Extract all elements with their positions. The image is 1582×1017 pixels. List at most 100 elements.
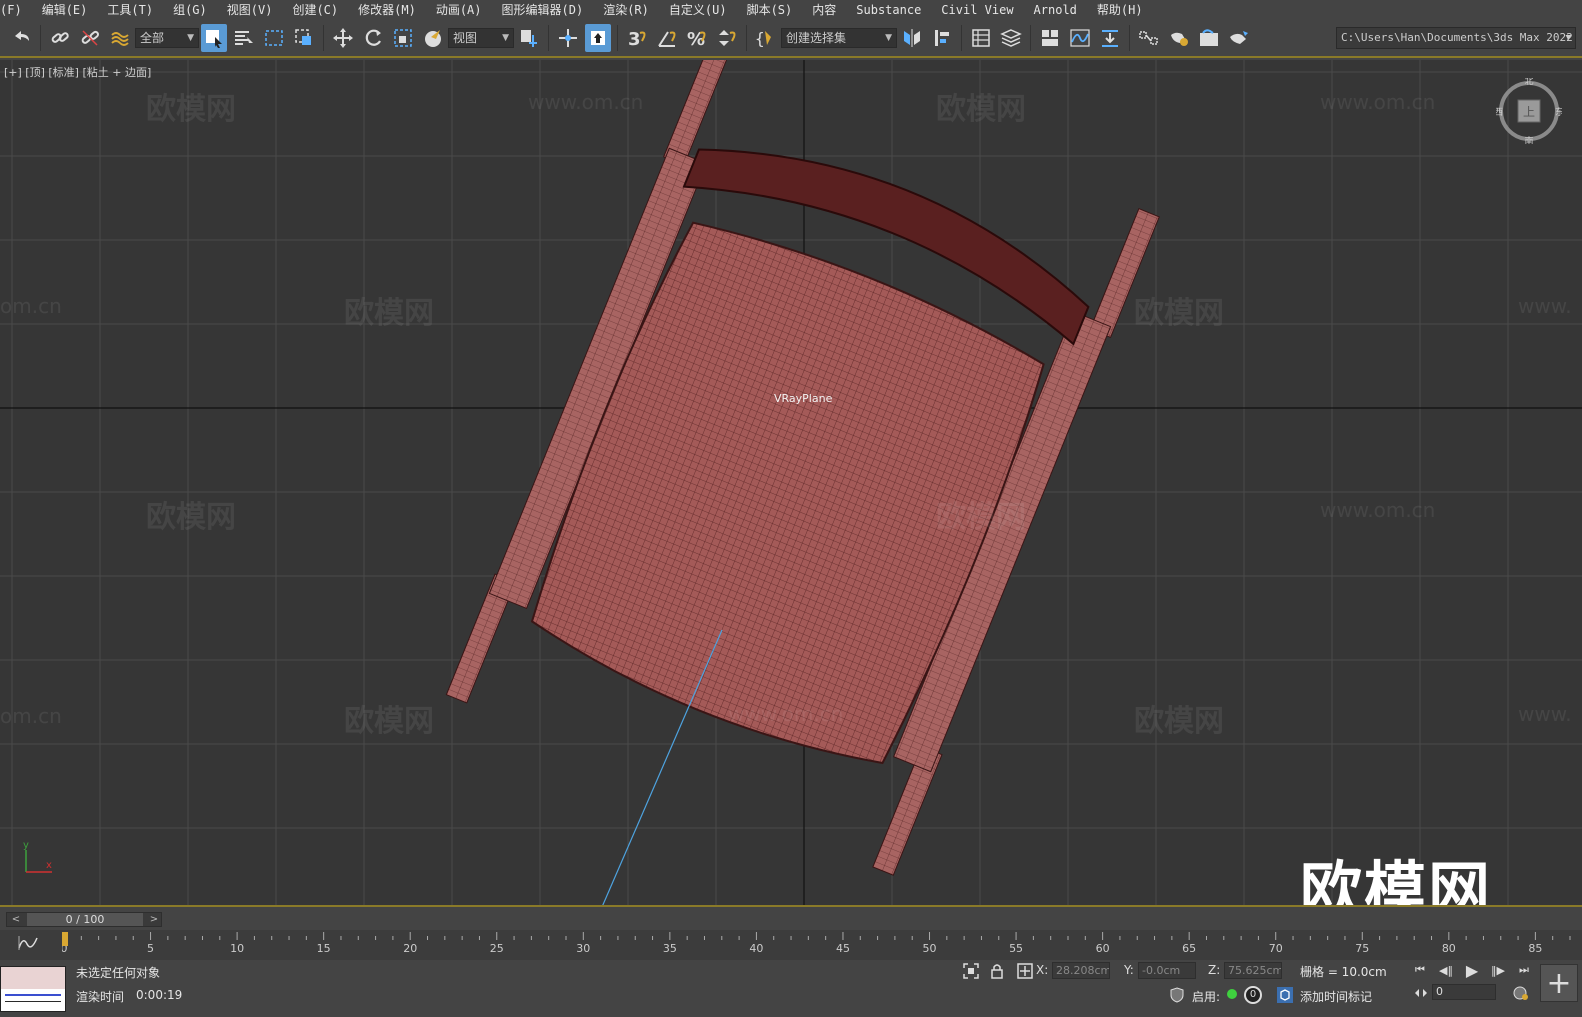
chevron-down-icon: ▼ bbox=[885, 33, 892, 43]
viewcube[interactable]: 上 北 南 西 东 bbox=[1496, 78, 1562, 144]
move-icon[interactable] bbox=[330, 24, 356, 52]
keyboard-shortcut-override-icon[interactable] bbox=[585, 24, 611, 52]
rectangular-selection-icon[interactable] bbox=[261, 24, 287, 52]
menu-item[interactable]: 帮助(H) bbox=[1087, 0, 1153, 20]
spinner-snap-icon[interactable] bbox=[714, 24, 740, 52]
pivot-center-icon[interactable] bbox=[516, 24, 542, 52]
menu-item[interactable]: 自定义(U) bbox=[659, 0, 737, 20]
snaps-toggle-icon[interactable]: 3 bbox=[624, 24, 650, 52]
watermark-brand: 欧模网 bbox=[1134, 296, 1224, 331]
frame-ruler[interactable]: 0 5 10 15 20 25 30 35 40 45 50 55 60 65 70 75 80 85 bbox=[62, 930, 1578, 960]
project-path-field[interactable]: C:\Users\Han\Documents\3ds Max 2022 ▼ bbox=[1336, 27, 1576, 49]
scale-icon[interactable] bbox=[390, 24, 416, 52]
time-tag-icon[interactable] bbox=[1276, 986, 1294, 1004]
menu-item[interactable]: Civil View bbox=[931, 0, 1023, 20]
menu-item[interactable]: 渲染(R) bbox=[593, 0, 659, 20]
current-frame-marker[interactable] bbox=[62, 932, 68, 946]
next-frame-arrow[interactable]: > bbox=[147, 913, 161, 926]
named-selection-set-dropdown[interactable]: 创建选择集 ▼ bbox=[781, 28, 897, 48]
z-coord-field[interactable]: 75.625cm bbox=[1224, 962, 1282, 979]
next-frame-icon[interactable]: ‖▶ bbox=[1488, 964, 1508, 977]
axis-y-label: y bbox=[23, 840, 29, 851]
unlink-icon[interactable] bbox=[77, 24, 103, 52]
undo-icon[interactable] bbox=[8, 24, 34, 52]
menu-item[interactable]: 内容 bbox=[802, 0, 846, 20]
render-production-icon[interactable] bbox=[1226, 24, 1252, 52]
time-configuration-icon[interactable] bbox=[1512, 984, 1530, 1002]
x-coord-label: X: bbox=[1036, 963, 1049, 977]
go-to-start-icon[interactable]: ⏮ bbox=[1410, 963, 1430, 977]
material-editor-icon[interactable] bbox=[1136, 24, 1162, 52]
menu-item[interactable]: 组(G) bbox=[163, 0, 217, 20]
selection-filter-dropdown[interactable]: 全部 ▼ bbox=[135, 28, 199, 48]
menu-item[interactable]: 动画(A) bbox=[426, 0, 492, 20]
go-to-end-icon[interactable]: ⏭ bbox=[1514, 963, 1534, 977]
schematic-view-icon[interactable] bbox=[1097, 24, 1123, 52]
window-crossing-icon[interactable] bbox=[291, 24, 317, 52]
key-mode-icon[interactable] bbox=[1414, 986, 1428, 1000]
frame-tick-label: 65 bbox=[1182, 942, 1196, 955]
menu-item[interactable]: 创建(C) bbox=[282, 0, 348, 20]
prev-frame-arrow[interactable]: < bbox=[9, 913, 23, 926]
select-manipulate-icon[interactable] bbox=[555, 24, 581, 52]
menu-item[interactable]: 修改器(M) bbox=[348, 0, 426, 20]
y-coord-field[interactable]: -0.0cm bbox=[1138, 962, 1196, 979]
menu-item[interactable]: 视图(V) bbox=[217, 0, 283, 20]
watermark-url: www.om.cn bbox=[1320, 90, 1436, 114]
top-viewport[interactable]: y x [+] [顶] [标准] [粘土 + 边面] 欧模网 www.om.cn… bbox=[0, 60, 1582, 907]
select-by-name-icon[interactable] bbox=[231, 24, 257, 52]
menu-item[interactable]: 图形编辑器(D) bbox=[492, 0, 594, 20]
absolute-mode-icon[interactable] bbox=[1016, 962, 1034, 980]
frame-tick-label: 45 bbox=[836, 942, 850, 955]
reference-coordinate-dropdown[interactable]: 视图 ▼ bbox=[448, 28, 514, 48]
edit-named-selection-icon[interactable]: { bbox=[753, 24, 779, 52]
adaptive-degradation-icon[interactable] bbox=[1168, 986, 1186, 1004]
current-frame-field[interactable]: 0 bbox=[1432, 984, 1496, 1000]
menu-item[interactable]: Substance bbox=[846, 0, 931, 20]
angle-snap-icon[interactable] bbox=[654, 24, 680, 52]
curve-editor-icon[interactable] bbox=[1067, 24, 1093, 52]
select-object-icon[interactable] bbox=[201, 24, 227, 52]
lock-icon[interactable] bbox=[988, 962, 1006, 980]
x-coord-field[interactable]: 28.208cm bbox=[1052, 962, 1110, 979]
place-icon[interactable] bbox=[420, 24, 446, 52]
menu-item[interactable]: Arnold bbox=[1024, 0, 1087, 20]
rotate-icon[interactable] bbox=[360, 24, 386, 52]
link-icon[interactable] bbox=[47, 24, 73, 52]
rendered-frame-window-icon[interactable] bbox=[1196, 24, 1222, 52]
frame-tick-label: 85 bbox=[1528, 942, 1542, 955]
frame-tick-label: 5 bbox=[147, 942, 154, 955]
separator bbox=[1129, 25, 1130, 51]
maxscript-listener-mini[interactable] bbox=[0, 966, 66, 1012]
chair-model[interactable] bbox=[445, 60, 1160, 876]
layer-explorer-icon[interactable] bbox=[998, 24, 1024, 52]
grid-size-label: 栅格 = 10.0cm bbox=[1300, 965, 1387, 979]
percent-snap-icon[interactable]: % bbox=[684, 24, 710, 52]
align-icon[interactable] bbox=[929, 24, 955, 52]
frame-tick-label: 40 bbox=[749, 942, 763, 955]
time-slider-thumb[interactable]: 0 / 100 bbox=[27, 913, 143, 926]
mini-curve-editor-icon[interactable] bbox=[18, 934, 38, 952]
viewport-label-menu[interactable]: [+] [顶] [标准] [粘土 + 边面] bbox=[4, 64, 151, 80]
add-time-tag-button[interactable]: 添加时间标记 bbox=[1300, 988, 1372, 1005]
frame-tick-label: 70 bbox=[1269, 942, 1283, 955]
watermark-url: www. bbox=[1518, 294, 1572, 318]
add-panel-button[interactable]: + bbox=[1540, 964, 1578, 1002]
toggle-ribbon-icon[interactable] bbox=[1037, 24, 1063, 52]
menu-item[interactable]: (F) bbox=[0, 0, 32, 20]
frame-tick-label: 60 bbox=[1096, 942, 1110, 955]
menu-item[interactable]: 工具(T) bbox=[97, 0, 163, 20]
mirror-icon[interactable] bbox=[899, 24, 925, 52]
previous-frame-icon[interactable]: ◀‖ bbox=[1436, 964, 1456, 977]
scene-explorer-icon[interactable] bbox=[968, 24, 994, 52]
bind-space-warp-icon[interactable] bbox=[107, 24, 133, 52]
time-slider[interactable]: < 0 / 100 > bbox=[6, 912, 162, 927]
menu-item[interactable]: 编辑(E) bbox=[32, 0, 98, 20]
isolate-selection-icon[interactable] bbox=[962, 962, 980, 980]
render-setup-icon[interactable] bbox=[1166, 24, 1192, 52]
menu-item[interactable]: 脚本(S) bbox=[737, 0, 803, 20]
axis-gizmo: y x bbox=[23, 840, 52, 873]
play-icon[interactable]: ▶ bbox=[1462, 961, 1482, 980]
track-bar[interactable]: 0 5 10 15 20 25 30 35 40 45 50 55 60 65 70 75 80 85 bbox=[0, 930, 1582, 960]
watermark-url: www. bbox=[1518, 702, 1572, 726]
